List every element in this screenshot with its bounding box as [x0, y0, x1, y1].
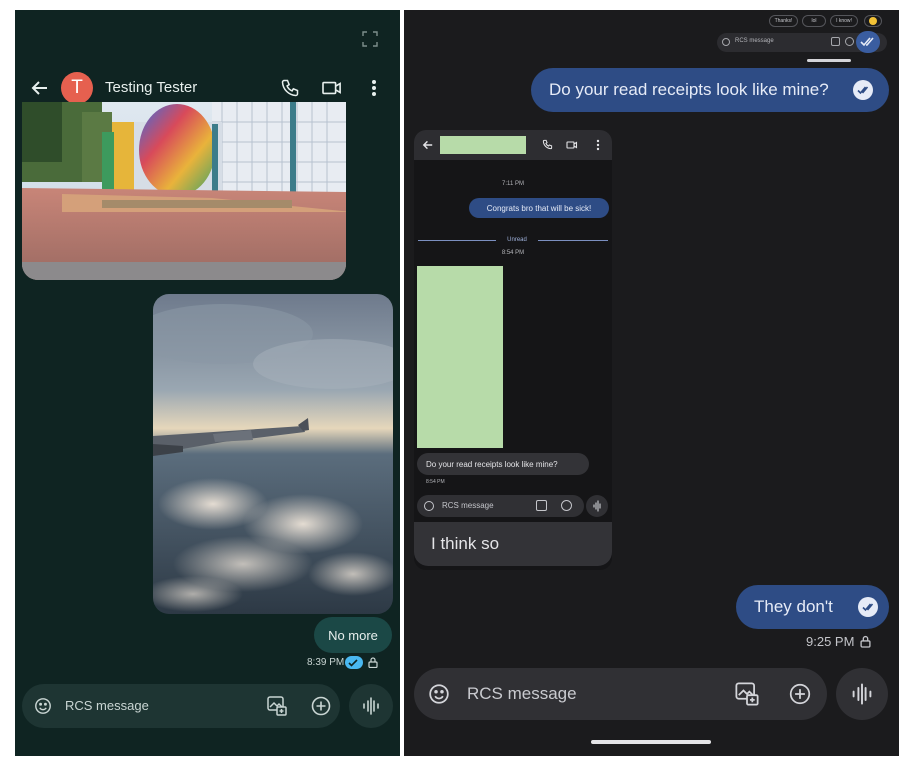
suggestion-chip[interactable]: Thanks! [769, 15, 798, 27]
more-options-icon[interactable] [370, 78, 378, 98]
gallery-icon[interactable] [734, 681, 760, 707]
unread-label: Unread [507, 237, 527, 243]
message-timestamp: 8:54 PM [426, 479, 445, 485]
back-arrow-icon[interactable] [30, 78, 50, 98]
message-timestamp: 9:25 PM [806, 634, 855, 649]
message-composer: RCS message [22, 684, 340, 728]
emoji-icon [869, 17, 877, 25]
message-timestamp: 8:39 PM [307, 657, 345, 668]
home-gesture-bar [591, 740, 711, 744]
time-divider: 7:11 PM [502, 181, 524, 187]
fullscreen-icon[interactable] [361, 30, 379, 48]
embedded-composer: RCS message [417, 495, 584, 517]
image-message-sculpture[interactable] [22, 102, 346, 280]
phone-call-icon[interactable] [280, 78, 300, 98]
voice-message-button[interactable] [349, 684, 393, 728]
sent-message-bubble[interactable]: They don't [736, 585, 889, 629]
right-phone-screen: Thanks! lol I know! RCS message Do your … [404, 10, 899, 756]
embedded-app-bar [414, 130, 612, 160]
waveform-icon [850, 682, 874, 706]
gallery-icon [536, 500, 547, 511]
lock-icon [860, 635, 871, 648]
video-call-icon [566, 140, 578, 150]
mini-message-input[interactable]: RCS message [735, 38, 774, 44]
unread-divider-line [418, 240, 496, 241]
avatar-initial: T [71, 77, 83, 98]
add-attachment-icon[interactable] [788, 682, 812, 706]
add-attachment-icon[interactable] [845, 37, 854, 46]
sent-message-bubble[interactable]: No more [314, 617, 392, 653]
gallery-icon[interactable] [266, 695, 288, 717]
read-receipt-icon [345, 656, 363, 669]
read-receipt-highlight [856, 31, 880, 53]
message-text: Do your read receipts look like mine? [549, 80, 829, 99]
emoji-suggestion-chip[interactable] [864, 15, 882, 27]
contact-name[interactable]: Testing Tester [105, 79, 197, 96]
sent-message-bubble: Congrats bro that will be sick! [469, 198, 609, 218]
voice-message-button [586, 495, 608, 517]
message-input[interactable]: RCS message [65, 698, 149, 713]
phone-call-icon [542, 139, 553, 150]
message-text: I think so [431, 534, 500, 553]
emoji-icon [424, 501, 434, 511]
video-call-icon[interactable] [321, 79, 343, 97]
received-message-bubble[interactable]: I think so [414, 522, 612, 566]
left-phone-screen: T Testing Tester No more 8:39 PM RCS mes… [15, 10, 400, 756]
unread-divider-line [538, 240, 608, 241]
message-text: They don't [754, 597, 833, 616]
read-receipt-icon [853, 80, 873, 100]
emoji-icon[interactable] [34, 697, 52, 715]
redacted-contact-name [440, 136, 526, 154]
gallery-icon[interactable] [831, 37, 840, 46]
add-attachment-icon [561, 500, 572, 511]
redacted-image [417, 266, 503, 448]
sent-message-bubble[interactable]: Do your read receipts look like mine? [531, 68, 889, 112]
read-receipt-icon [858, 597, 878, 617]
time-divider: 8:54 PM [501, 250, 525, 256]
suggestion-chip[interactable]: I know! [830, 15, 858, 27]
contact-avatar[interactable]: T [61, 72, 93, 104]
more-options-icon [596, 139, 600, 151]
emoji-icon[interactable] [428, 683, 450, 705]
waveform-icon [361, 696, 381, 716]
emoji-icon[interactable] [722, 38, 730, 46]
embedded-screenshot: 7:11 PM Congrats bro that will be sick! … [414, 130, 612, 570]
message-text: No more [328, 627, 378, 643]
lock-icon [368, 657, 378, 668]
add-attachment-icon[interactable] [310, 695, 332, 717]
received-message-bubble: Do your read receipts look like mine? [417, 453, 589, 475]
message-input: RCS message [442, 501, 494, 510]
gesture-handle [807, 59, 851, 62]
message-composer: RCS message [414, 668, 827, 720]
voice-message-button[interactable] [836, 668, 888, 720]
message-input[interactable]: RCS message [467, 684, 577, 704]
suggestion-chip[interactable]: lol [802, 15, 826, 27]
image-message-airplane-wing[interactable] [153, 294, 393, 614]
back-arrow-icon [422, 139, 434, 151]
